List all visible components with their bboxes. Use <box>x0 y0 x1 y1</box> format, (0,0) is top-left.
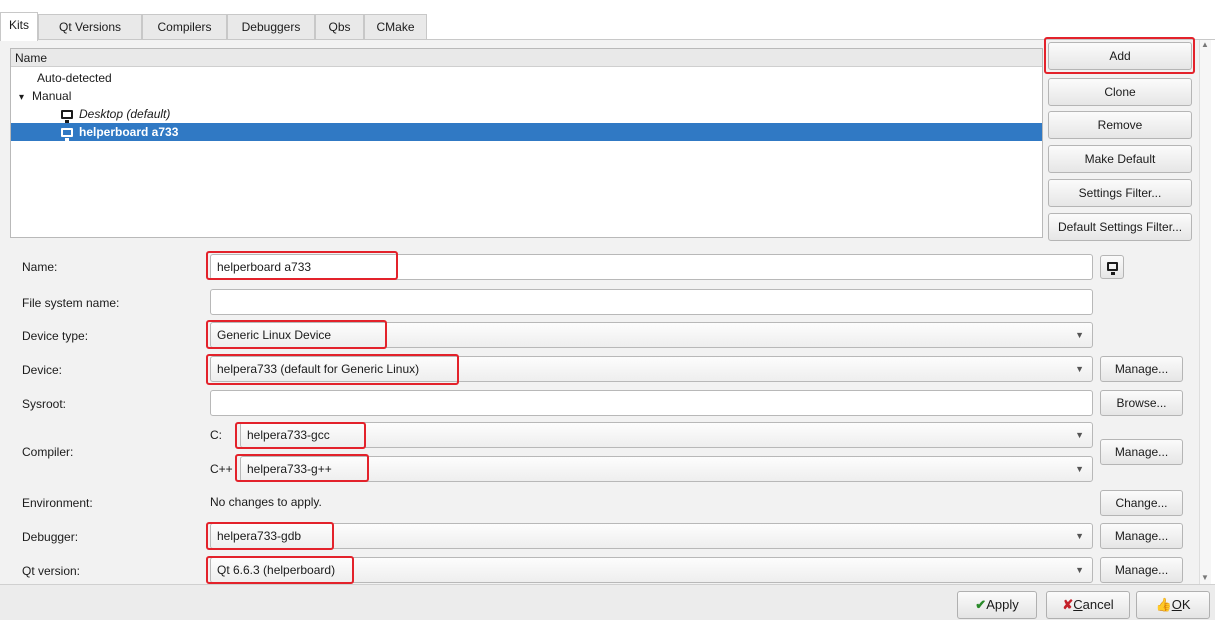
settings-filter-button[interactable]: Settings Filter... <box>1048 179 1192 207</box>
device-label: Device: <box>22 363 63 377</box>
tab-bar: Kits Qt Versions Compilers Debuggers Qbs… <box>0 12 1215 41</box>
device-manage-button[interactable]: Manage... <box>1100 356 1183 382</box>
compiler-c-value: helpera733-gcc <box>247 428 330 442</box>
clone-button[interactable]: Clone <box>1048 78 1192 106</box>
dropdown-arrow-icon: ▼ <box>1075 330 1084 340</box>
dropdown-arrow-icon: ▼ <box>1075 464 1084 474</box>
sysroot-label: Sysroot: <box>22 397 67 411</box>
fs-name-input[interactable] <box>210 289 1093 315</box>
expand-arrow-icon[interactable]: ▾ <box>19 92 24 103</box>
scroll-up-icon[interactable]: ▲ <box>1201 40 1209 49</box>
debugger-manage-button[interactable]: Manage... <box>1100 523 1183 549</box>
ok-mnemonic: O <box>1171 597 1182 612</box>
device-select[interactable]: helpera733 (default for Generic Linux) ▼ <box>210 356 1093 382</box>
compiler-manage-button[interactable]: Manage... <box>1100 439 1183 465</box>
cancel-mnemonic: C <box>1073 597 1083 612</box>
thumbs-up-icon: 👍 <box>1155 597 1172 612</box>
name-input[interactable]: helperboard a733 <box>210 254 1093 280</box>
tab-qt-versions[interactable]: Qt Versions <box>38 14 142 40</box>
apply-label: Apply <box>986 597 1019 612</box>
qt-version-label: Qt version: <box>22 564 81 578</box>
sysroot-input[interactable] <box>210 390 1093 416</box>
device-type-label: Device type: <box>22 329 89 343</box>
dropdown-arrow-icon: ▼ <box>1075 531 1084 541</box>
dropdown-arrow-icon: ▼ <box>1075 565 1084 575</box>
ok-button[interactable]: 👍OK <box>1136 591 1210 619</box>
scroll-down-icon[interactable]: ▼ <box>1201 573 1209 582</box>
ok-label-rest: K <box>1181 597 1191 612</box>
device-type-select[interactable]: Generic Linux Device ▼ <box>210 322 1093 348</box>
compiler-cpp-label: C++ <box>210 462 233 476</box>
kit-tree-header: Name <box>11 49 1042 67</box>
tab-cmake[interactable]: CMake <box>364 14 427 40</box>
monitor-icon <box>61 110 73 123</box>
monitor-icon <box>1106 262 1118 276</box>
tree-item-label: Desktop (default) <box>79 107 171 121</box>
qt-version-manage-button[interactable]: Manage... <box>1100 557 1183 583</box>
kit-tree[interactable]: Name Auto-detected ▾ Manual Desktop (defa… <box>10 48 1043 238</box>
tab-qbs[interactable]: Qbs <box>315 14 364 40</box>
qt-version-select[interactable]: Qt 6.6.3 (helperboard) ▼ <box>210 557 1093 583</box>
tab-debuggers[interactable]: Debuggers <box>227 14 315 40</box>
scrollbar[interactable]: ▲ ▼ <box>1199 40 1211 584</box>
environment-label: Environment: <box>22 496 93 510</box>
compiler-c-label: C: <box>210 428 222 442</box>
environment-value: No changes to apply. <box>210 495 322 509</box>
device-type-value: Generic Linux Device <box>217 328 332 342</box>
dropdown-arrow-icon: ▼ <box>1075 364 1084 374</box>
tree-item-desktop[interactable]: Desktop (default) <box>11 105 1042 123</box>
environment-change-button[interactable]: Change... <box>1100 490 1183 516</box>
device-icon-button[interactable] <box>1100 255 1124 279</box>
apply-button[interactable]: ✔Apply <box>957 591 1037 619</box>
sysroot-browse-button[interactable]: Browse... <box>1100 390 1183 416</box>
tree-item-auto-detected[interactable]: Auto-detected <box>11 69 1042 87</box>
compiler-cpp-select[interactable]: helpera733-g++ ▼ <box>240 456 1093 482</box>
tree-item-label: helperboard a733 <box>79 125 179 139</box>
name-label: Name: <box>22 260 58 274</box>
tree-item-helperboard[interactable]: helperboard a733 <box>11 123 1042 141</box>
compiler-label: Compiler: <box>22 445 74 459</box>
debugger-value: helpera733-gdb <box>217 529 302 543</box>
fs-name-label: File system name: <box>22 296 120 310</box>
cancel-label: Cancel <box>1073 597 1113 612</box>
debugger-select[interactable]: helpera733-gdb ▼ <box>210 523 1093 549</box>
make-default-button[interactable]: Make Default <box>1048 145 1192 173</box>
tree-item-label: Auto-detected <box>37 71 112 85</box>
monitor-icon <box>61 128 73 141</box>
device-value: helpera733 (default for Generic Linux) <box>217 362 420 376</box>
ok-label: OK <box>1172 597 1191 612</box>
checkmark-icon: ✔ <box>975 597 987 612</box>
qt-version-value: Qt 6.6.3 (helperboard) <box>217 563 336 577</box>
cross-icon: ✘ <box>1062 597 1074 612</box>
compiler-c-select[interactable]: helpera733-gcc ▼ <box>240 422 1093 448</box>
remove-button[interactable]: Remove <box>1048 111 1192 139</box>
add-button[interactable]: Add <box>1048 42 1192 70</box>
compiler-cpp-value: helpera733-g++ <box>247 462 332 476</box>
tree-item-manual[interactable]: ▾ Manual <box>11 87 1042 105</box>
tab-kits[interactable]: Kits <box>0 12 38 41</box>
cancel-label-rest: ancel <box>1082 597 1114 612</box>
tree-item-label: Manual <box>32 89 72 103</box>
tab-compilers[interactable]: Compilers <box>142 14 227 40</box>
debugger-label: Debugger: <box>22 530 79 544</box>
dropdown-arrow-icon: ▼ <box>1075 430 1084 440</box>
default-settings-filter-button[interactable]: Default Settings Filter... <box>1048 213 1192 241</box>
cancel-button[interactable]: ✘Cancel <box>1046 591 1130 619</box>
